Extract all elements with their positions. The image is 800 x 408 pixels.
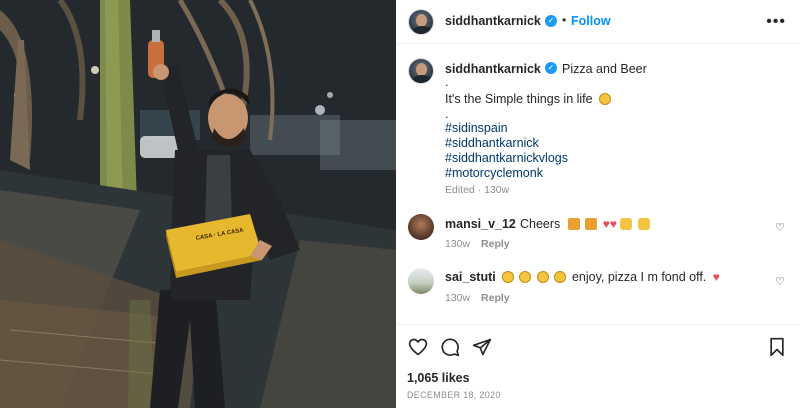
instagram-post: CASA · LA CASA siddhantkarnick ✓ • Follo… <box>0 0 800 408</box>
caption-verified-badge-icon: ✓ <box>545 62 557 74</box>
comment-username[interactable]: sai_stuti <box>445 270 496 284</box>
crossed-fingers-icon <box>620 218 633 230</box>
caption-edited-time: Edited · 130w <box>445 184 510 196</box>
post-side-panel: siddhantkarnick ✓ • Follow ••• siddhantk… <box>396 0 800 408</box>
verified-badge-icon: ✓ <box>545 15 557 27</box>
caption-dot-2: . <box>445 107 449 121</box>
emoji-laugh-icon <box>536 271 549 283</box>
crossed-fingers-icon <box>637 218 650 230</box>
hashtag-link[interactable]: #sidinspain <box>445 121 508 135</box>
beer-mug-icon <box>585 218 598 230</box>
hashtag-link[interactable]: #siddhantkarnickvlogs <box>445 151 568 165</box>
heart-emoji-icon: ♥♥ <box>602 217 617 231</box>
more-options-icon[interactable]: ••• <box>766 13 786 31</box>
comment-text-body: enjoy, pizza I m fond off. <box>571 270 707 284</box>
caption-line-2: It's the Simple things in life <box>445 92 613 106</box>
hashtag-link[interactable]: #siddhantkarnick <box>445 136 539 150</box>
hashtag-link[interactable]: #motorcyclemonk <box>445 166 543 180</box>
caption-text: Pizza and Beer <box>562 62 647 76</box>
caption-author-avatar[interactable] <box>408 58 434 84</box>
emoji-laugh-icon <box>519 271 532 283</box>
share-icon[interactable] <box>472 337 492 357</box>
comment-text: Cheers ♥♥ <box>520 217 652 231</box>
caption-dot-1: . <box>445 75 449 89</box>
likes-count[interactable]: 1,065 likes <box>407 371 470 385</box>
comment-meta: 130w Reply <box>445 292 510 304</box>
comment-reply-button[interactable]: Reply <box>481 238 510 250</box>
comment-text-body: Cheers <box>520 217 561 231</box>
comment-like-heart-icon[interactable]: ♡ <box>775 275 785 288</box>
comment-text: enjoy, pizza I m fond off. ♥ <box>502 270 720 284</box>
commenter-avatar[interactable] <box>408 214 434 240</box>
post-photo[interactable]: CASA · LA CASA <box>0 0 396 408</box>
comment-time: 130w <box>445 238 471 250</box>
beer-mug-icon <box>567 218 580 230</box>
emoji-smile-icon <box>599 93 612 105</box>
comment-like-heart-icon[interactable]: ♡ <box>775 221 785 234</box>
follow-button[interactable]: Follow <box>571 14 611 28</box>
post-photo-illustration: CASA · LA CASA <box>0 0 396 408</box>
commenter-avatar[interactable] <box>408 268 434 294</box>
emoji-laugh-icon <box>554 271 567 283</box>
post-actions-bar: 1,065 likes DECEMBER 18, 2020 <box>396 324 800 408</box>
post-header: siddhantkarnick ✓ • Follow ••• <box>396 0 800 44</box>
post-date: DECEMBER 18, 2020 <box>407 390 501 400</box>
comment-reply-button[interactable]: Reply <box>481 292 510 304</box>
author-avatar[interactable] <box>408 9 434 35</box>
save-bookmark-icon[interactable] <box>768 337 786 357</box>
like-heart-icon[interactable] <box>408 337 428 357</box>
author-username[interactable]: siddhantkarnick <box>445 14 541 28</box>
header-separator: • <box>562 13 567 27</box>
heart-emoji-icon: ♥ <box>712 270 720 284</box>
emoji-laugh-icon <box>502 271 514 283</box>
caption-line-2-text: It's the Simple things in life <box>445 92 593 106</box>
caption-username[interactable]: siddhantkarnick <box>445 62 541 76</box>
comment-time: 130w <box>445 292 471 304</box>
comment-icon[interactable] <box>440 337 460 357</box>
comment-username[interactable]: mansi_v_12 <box>445 217 516 231</box>
comment-meta: 130w Reply <box>445 238 510 250</box>
